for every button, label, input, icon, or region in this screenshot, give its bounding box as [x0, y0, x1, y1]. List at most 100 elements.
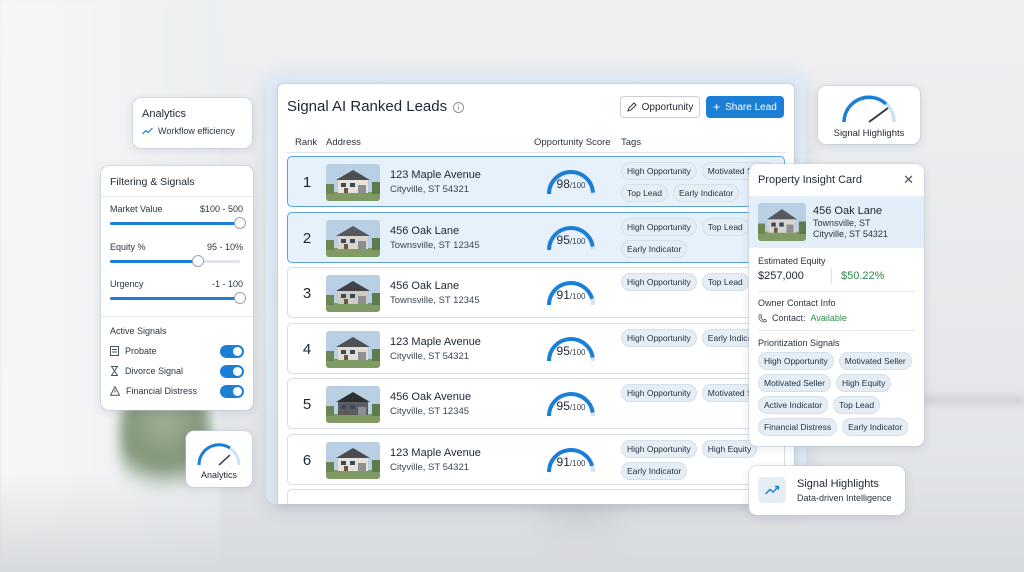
- market-value-slider[interactable]: [110, 217, 246, 229]
- tag[interactable]: Financial Distress: [758, 418, 838, 436]
- info-icon[interactable]: i: [453, 102, 465, 113]
- property-street: 456 Oak Lane: [390, 224, 460, 237]
- tag[interactable]: Top Lead: [701, 273, 749, 291]
- signal-highlights-card[interactable]: Signal Highlights: [818, 86, 920, 144]
- property-thumbnail: [326, 386, 380, 423]
- property-city: Cityville, ST 12345: [390, 406, 470, 417]
- insight-city: Townsville, ST: [813, 218, 871, 228]
- rank-number: 4: [302, 340, 312, 358]
- property-thumbnail: [758, 203, 806, 241]
- signal-highlights-title: Signal Highlights: [797, 478, 879, 490]
- filtering-signals-card: Filtering & Signals Market Value $100 - …: [101, 166, 253, 410]
- phone-icon: [758, 313, 767, 322]
- table-row[interactable]: [287, 489, 785, 504]
- tag[interactable]: High Opportunity: [758, 352, 834, 370]
- equity-label: Equity %: [110, 242, 146, 252]
- tag[interactable]: Early Indicator: [621, 239, 688, 258]
- tag[interactable]: Early Indicator: [672, 184, 740, 202]
- analytics-card[interactable]: Analytics Workflow efficiency: [133, 98, 252, 148]
- property-thumbnail: [326, 441, 380, 479]
- financial-distress-toggle[interactable]: [220, 385, 244, 398]
- contact-status[interactable]: Contact: Available: [758, 313, 847, 323]
- column-header-score[interactable]: Opportunity Score: [534, 137, 611, 148]
- table-row[interactable]: 1 123 Maple Avenue Cityville, ST 54321 98/1…: [287, 156, 785, 207]
- rank-number: 1: [302, 174, 312, 191]
- tag[interactable]: Top Lead: [833, 396, 881, 414]
- signal-highlights-subtitle: Data-driven Intelligence: [797, 493, 892, 503]
- urgency-range: -1 - 100: [211, 279, 243, 289]
- table-row[interactable]: 5 456 Oak Avenue Cityville, ST 12345 95/100…: [287, 378, 785, 429]
- ranked-leads-panel: Signal AI Ranked Leads i Opportunity + Sh…: [278, 84, 794, 504]
- tag[interactable]: High Equity: [701, 439, 758, 458]
- insight-street: 456 Oak Lane: [813, 205, 883, 217]
- equity-value: $257,000: [758, 270, 804, 282]
- slider-handle[interactable]: [234, 217, 246, 229]
- rank-number: 5: [302, 396, 312, 413]
- table-row[interactable]: 4 123 Maple Avenue Cityville, ST 54321 95/1…: [287, 322, 785, 374]
- opportunity-button[interactable]: Opportunity: [620, 96, 700, 118]
- slider-handle[interactable]: [234, 292, 246, 304]
- probate-toggle[interactable]: [220, 345, 244, 358]
- column-header-address[interactable]: Address: [326, 137, 361, 148]
- property-city: Townsville, ST 12345: [390, 295, 480, 306]
- slider-handle[interactable]: [192, 255, 205, 267]
- opportunity-score: 95/100: [556, 399, 586, 413]
- analytics-subtitle: Workflow efficiency: [158, 126, 235, 136]
- close-icon[interactable]: ✕: [903, 172, 914, 188]
- property-city: Cityville, ST 54321: [390, 461, 470, 473]
- property-street: 123 Maple Avenue: [390, 335, 481, 348]
- urgency-label: Urgency: [110, 279, 144, 289]
- table-row[interactable]: 2 456 Oak Lane Townsville, ST 12345 95/100 H…: [287, 211, 785, 263]
- tag[interactable]: High Opportunity: [621, 384, 697, 402]
- equity-slider[interactable]: [110, 255, 240, 267]
- panel-title: Signal AI Ranked Leads: [287, 98, 448, 115]
- tag[interactable]: Top Lead: [701, 217, 749, 236]
- signal-highlights-intel-card[interactable]: Signal Highlights Data-driven Intelligen…: [749, 466, 905, 515]
- gauge-icon: [842, 95, 896, 123]
- table-row[interactable]: 6 123 Maple Avenue Cityville, ST 54321 91/1…: [287, 433, 785, 485]
- filter-divider: [101, 196, 253, 197]
- insight-divider: [758, 291, 915, 292]
- document-icon: [110, 346, 119, 356]
- tag[interactable]: High Opportunity: [621, 217, 697, 236]
- property-thumbnail: [326, 164, 380, 201]
- market-value-range: $100 - 500: [199, 204, 243, 214]
- divorce-signal-toggle[interactable]: [220, 365, 244, 378]
- tag[interactable]: High Opportunity: [621, 439, 697, 458]
- property-thumbnail: [326, 219, 380, 257]
- plus-icon: +: [713, 100, 721, 114]
- header-divider: [286, 152, 786, 153]
- table-row[interactable]: 3 456 Oak Lane Townsville, ST 12345 91/100 H…: [287, 267, 785, 318]
- property-city: Cityville, ST 54321: [390, 184, 470, 195]
- tag[interactable]: High Equity: [835, 374, 892, 392]
- gauge-icon: [197, 443, 241, 466]
- signal-highlights-label: Signal Highlights: [833, 128, 905, 139]
- prioritization-signals-label: Prioritization Signals: [758, 338, 840, 348]
- pencil-icon: [626, 102, 637, 112]
- tag[interactable]: High Opportunity: [621, 328, 697, 347]
- property-thumbnail: [326, 330, 380, 368]
- equity-separator: [831, 268, 832, 284]
- tag[interactable]: Motivated Seller: [758, 374, 831, 392]
- contact-available: Available: [810, 313, 847, 323]
- tag[interactable]: Active Indicator: [758, 396, 829, 414]
- analytics-gauge-card[interactable]: Analytics: [186, 431, 252, 487]
- equity-range: 95 - 10%: [206, 242, 243, 252]
- rank-number: 3: [302, 285, 312, 302]
- opportunity-score: 91/100: [556, 454, 586, 469]
- property-city: Townsville, ST 12345: [390, 239, 480, 251]
- tag[interactable]: High Opportunity: [621, 162, 697, 180]
- tag[interactable]: Early Indicator: [621, 461, 688, 480]
- trend-up-icon: [758, 477, 786, 503]
- prioritization-tags: High Opportunity Motivated Seller Motivate…: [758, 352, 918, 436]
- tag[interactable]: Motivated Seller: [838, 352, 912, 370]
- share-lead-button[interactable]: + Share Lead: [706, 96, 784, 118]
- tag[interactable]: Early Indicator: [842, 418, 909, 436]
- column-header-tags[interactable]: Tags: [621, 137, 641, 148]
- insight-property-summary: 456 Oak Lane Townsville, ST Cityville, S…: [749, 196, 924, 248]
- tag[interactable]: High Opportunity: [621, 273, 697, 291]
- tag[interactable]: Top Lead: [621, 184, 668, 202]
- column-header-rank[interactable]: Rank: [295, 137, 317, 148]
- opportunity-score: 98/100: [556, 177, 586, 191]
- urgency-slider[interactable]: [110, 292, 246, 304]
